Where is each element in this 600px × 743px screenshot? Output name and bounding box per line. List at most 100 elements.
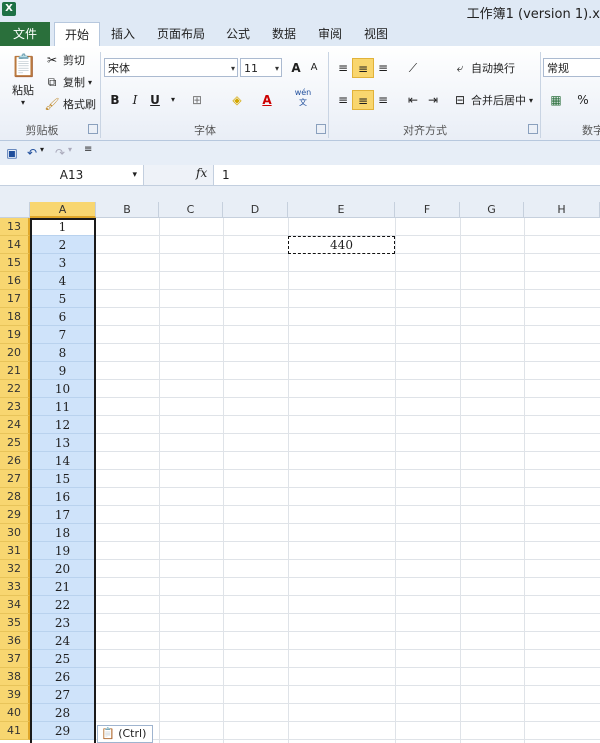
column-header-a[interactable]: A (30, 202, 96, 218)
row-header[interactable]: 36 (0, 632, 30, 650)
row-header[interactable]: 34 (0, 596, 30, 614)
copy-button[interactable]: ⧉ 复制 ▾ (44, 74, 92, 90)
align-top-button[interactable]: ≡ (332, 58, 354, 78)
row-header[interactable]: 20 (0, 344, 30, 362)
row-header[interactable]: 14 (0, 236, 30, 254)
save-icon[interactable]: ▣ (4, 145, 20, 161)
cut-button[interactable]: ✂ 剪切 (44, 52, 85, 68)
insert-function-icon[interactable]: fx (196, 166, 207, 180)
number-format-select[interactable]: 常规 (543, 58, 600, 77)
font-color-button[interactable]: A (256, 90, 278, 110)
row-header[interactable]: 37 (0, 650, 30, 668)
select-all-corner[interactable] (0, 202, 30, 218)
spreadsheet-grid[interactable]: A B C D E F G H 13 1 14 2 15 3 16 4 17 5 18 6 19 7 20 8… (0, 202, 600, 743)
cell-a[interactable]: 11 (31, 398, 94, 416)
row-header[interactable]: 15 (0, 254, 30, 272)
name-box[interactable]: A13 ▾ (0, 165, 144, 185)
decrease-indent-button[interactable]: ⇤ (402, 90, 424, 110)
cell-a[interactable]: 28 (31, 704, 94, 722)
format-painter-button[interactable]: 🖌 格式刷 (44, 96, 96, 112)
row-header[interactable]: 19 (0, 326, 30, 344)
cell-a[interactable]: 26 (31, 668, 94, 686)
row-header[interactable]: 17 (0, 290, 30, 308)
fill-color-button[interactable]: ◈ (226, 90, 248, 110)
tab-page-layout[interactable]: 页面布局 (150, 22, 212, 46)
column-header-f[interactable]: F (395, 202, 460, 218)
cell-a[interactable]: 15 (31, 470, 94, 488)
cell-a[interactable]: 14 (31, 452, 94, 470)
undo-icon[interactable]: ↶ (24, 145, 40, 161)
alignment-launcher-icon[interactable] (528, 124, 538, 134)
cell-a[interactable]: 13 (31, 434, 94, 452)
cell-a[interactable]: 6 (31, 308, 94, 326)
merge-center-button[interactable]: ⊟ 合并后居中 ▾ (452, 92, 533, 108)
border-button[interactable]: ⊞ (186, 90, 208, 110)
column-header-b[interactable]: B (96, 202, 159, 218)
row-header[interactable]: 31 (0, 542, 30, 560)
tab-file[interactable]: 文件 (0, 22, 50, 46)
row-header[interactable]: 27 (0, 470, 30, 488)
tab-review[interactable]: 审阅 (310, 22, 350, 46)
cell-a[interactable]: 4 (31, 272, 94, 290)
tab-formulas[interactable]: 公式 (218, 22, 258, 46)
phonetic-button[interactable]: wén 文 (292, 88, 314, 108)
row-header[interactable]: 23 (0, 398, 30, 416)
cell-a[interactable]: 12 (31, 416, 94, 434)
redo-icon[interactable]: ↷ (52, 145, 68, 161)
align-bottom-button[interactable]: ≡ (372, 58, 394, 78)
cell-a[interactable]: 8 (31, 344, 94, 362)
cell-a[interactable]: 7 (31, 326, 94, 344)
chevron-down-icon[interactable]: ▾ (40, 145, 44, 154)
row-header[interactable]: 41 (0, 722, 30, 740)
tab-view[interactable]: 视图 (356, 22, 396, 46)
column-header-e[interactable]: E (288, 202, 395, 218)
cell-a[interactable]: 17 (31, 506, 94, 524)
cell-a[interactable]: 10 (31, 380, 94, 398)
cell-a[interactable]: 22 (31, 596, 94, 614)
cell-a[interactable]: 25 (31, 650, 94, 668)
row-header[interactable]: 28 (0, 488, 30, 506)
align-middle-button[interactable]: ≡ (352, 58, 374, 78)
formula-input[interactable]: 1 (222, 165, 230, 185)
tab-insert[interactable]: 插入 (103, 22, 143, 46)
row-header[interactable]: 32 (0, 560, 30, 578)
row-header[interactable]: 40 (0, 704, 30, 722)
cell-a[interactable]: 18 (31, 524, 94, 542)
cell-a[interactable]: 29 (31, 722, 94, 740)
font-launcher-icon[interactable] (316, 124, 326, 134)
row-header[interactable]: 29 (0, 506, 30, 524)
paste-button[interactable]: 📋 粘贴 ▾ (6, 52, 40, 107)
shrink-font-button[interactable]: A (303, 58, 325, 78)
row-header[interactable]: 22 (0, 380, 30, 398)
cell-a[interactable]: 24 (31, 632, 94, 650)
copied-cell-e14[interactable]: 440 (288, 236, 395, 254)
chevron-down-icon[interactable]: ▾ (132, 165, 137, 185)
row-header[interactable]: 35 (0, 614, 30, 632)
row-header[interactable]: 16 (0, 272, 30, 290)
row-header[interactable]: 26 (0, 452, 30, 470)
column-header-h[interactable]: H (524, 202, 600, 218)
cell-a[interactable]: 1 (31, 218, 94, 236)
row-header[interactable]: 18 (0, 308, 30, 326)
cell-a[interactable]: 2 (31, 236, 94, 254)
cell-a[interactable]: 9 (31, 362, 94, 380)
accounting-format-button[interactable]: ▦ (545, 90, 567, 110)
clipboard-launcher-icon[interactable] (88, 124, 98, 134)
percent-button[interactable]: % (572, 90, 594, 110)
align-right-button[interactable]: ≡ (372, 90, 394, 110)
chevron-down-icon[interactable]: ▾ (68, 145, 72, 154)
underline-dropdown[interactable]: ▾ (162, 90, 184, 110)
orientation-button[interactable]: ⟋ (402, 58, 424, 78)
cell-a[interactable]: 21 (31, 578, 94, 596)
customize-toolbar-icon[interactable]: ≡ (84, 144, 92, 155)
row-header[interactable]: 30 (0, 524, 30, 542)
align-center-button[interactable]: ≡ (352, 90, 374, 110)
bold-button[interactable]: B (104, 90, 126, 110)
align-left-button[interactable]: ≡ (332, 90, 354, 110)
column-header-g[interactable]: G (460, 202, 524, 218)
paste-options-button[interactable]: 📋 (Ctrl) ▾ (97, 725, 153, 743)
italic-button[interactable]: I (124, 90, 146, 110)
row-header[interactable]: 21 (0, 362, 30, 380)
cell-a[interactable]: 23 (31, 614, 94, 632)
row-header[interactable]: 33 (0, 578, 30, 596)
